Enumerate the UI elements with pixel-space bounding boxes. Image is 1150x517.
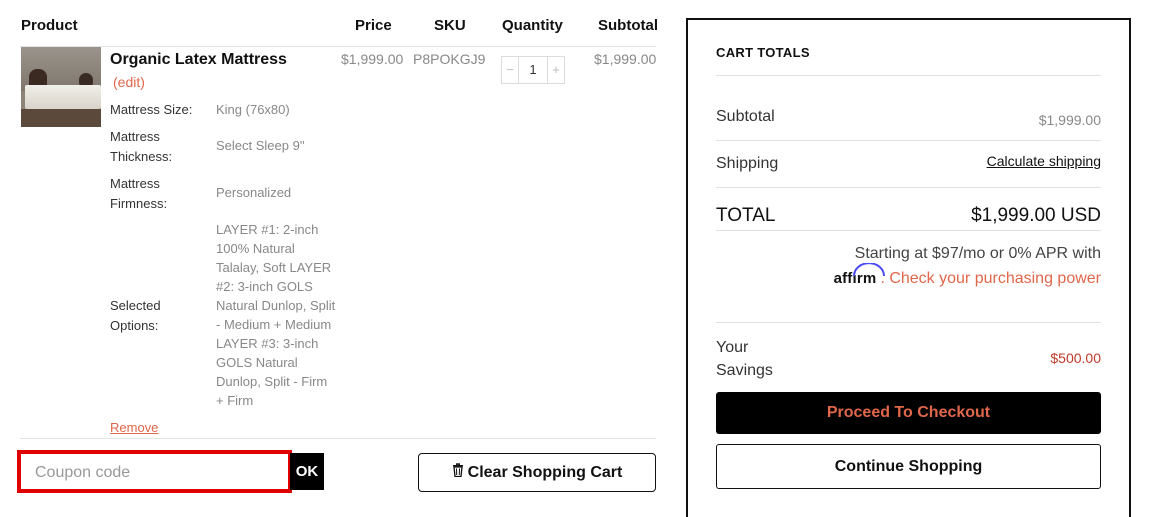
quantity-value[interactable]: 1 xyxy=(518,57,548,83)
total-label: TOTAL xyxy=(716,205,776,226)
affirm-promo: affirm . Check your purchasing power xyxy=(834,263,1101,288)
subtotal-label: Subtotal xyxy=(716,108,775,125)
savings-label: Your Savings xyxy=(716,339,773,379)
totals-divider xyxy=(716,322,1101,323)
trash-icon xyxy=(452,463,464,482)
header-sku: SKU xyxy=(434,17,466,34)
header-divider xyxy=(20,46,656,47)
savings-value: $500.00 xyxy=(1050,350,1101,366)
coupon-input[interactable] xyxy=(35,461,275,485)
proceed-to-checkout-button[interactable]: Proceed To Checkout xyxy=(716,392,1101,434)
header-quantity: Quantity xyxy=(502,17,563,34)
option-size-label: Mattress Size: xyxy=(110,102,193,117)
calculate-shipping-link[interactable]: Calculate shipping xyxy=(987,153,1101,169)
product-name[interactable]: Organic Latex Mattress xyxy=(110,51,287,69)
totals-divider xyxy=(716,230,1101,231)
cart-totals-panel xyxy=(686,18,1131,517)
coupon-field-highlight xyxy=(17,450,292,493)
header-product: Product xyxy=(21,17,78,34)
affirm-arc-icon xyxy=(852,263,885,277)
edit-link[interactable]: (edit) xyxy=(113,74,145,90)
cart-totals-title: CART TOTALS xyxy=(716,45,810,60)
option-firmness-label: Mattress Firmness: xyxy=(110,176,168,211)
totals-divider xyxy=(716,140,1101,141)
option-selected-value: LAYER #1: 2-inch 100% Natural Talalay, S… xyxy=(216,222,336,408)
total-value: $1,999.00 USD xyxy=(971,205,1101,226)
subtotal-value: $1,999.00 xyxy=(1038,112,1101,128)
option-firmness-value: Personalized xyxy=(216,185,292,200)
quantity-stepper[interactable]: − 1 + xyxy=(501,56,565,84)
apply-coupon-button[interactable]: OK xyxy=(290,453,324,490)
clear-cart-label: Clear Shopping Cart xyxy=(467,463,623,481)
shipping-label: Shipping xyxy=(716,155,779,172)
totals-divider xyxy=(716,187,1101,188)
item-divider xyxy=(20,438,656,439)
option-thickness-label: Mattress Thickness: xyxy=(110,129,173,164)
product-thumbnail[interactable] xyxy=(21,47,101,127)
header-subtotal: Subtotal xyxy=(598,17,658,34)
option-size-value: King (76x80) xyxy=(216,102,290,117)
affirm-purchasing-power-link[interactable]: . Check your purchasing power xyxy=(880,270,1101,288)
affirm-promo-text: Starting at $97/mo or 0% APR with xyxy=(854,245,1101,262)
clear-cart-button[interactable]: Clear Shopping Cart xyxy=(418,453,656,492)
item-price: $1,999.00 xyxy=(341,51,404,67)
header-price: Price xyxy=(355,17,392,34)
quantity-decrease-button[interactable]: − xyxy=(502,57,518,83)
option-selected-label: Selected Options: xyxy=(110,298,161,333)
remove-link[interactable]: Remove xyxy=(110,420,158,435)
continue-shopping-button[interactable]: Continue Shopping xyxy=(716,444,1101,489)
item-subtotal: $1,999.00 xyxy=(594,51,657,67)
item-sku: P8POKGJ9 xyxy=(413,51,486,67)
option-thickness-value: Select Sleep 9" xyxy=(216,138,305,153)
quantity-increase-button[interactable]: + xyxy=(548,57,564,83)
totals-divider xyxy=(716,75,1101,76)
affirm-logo: affirm xyxy=(834,263,885,287)
